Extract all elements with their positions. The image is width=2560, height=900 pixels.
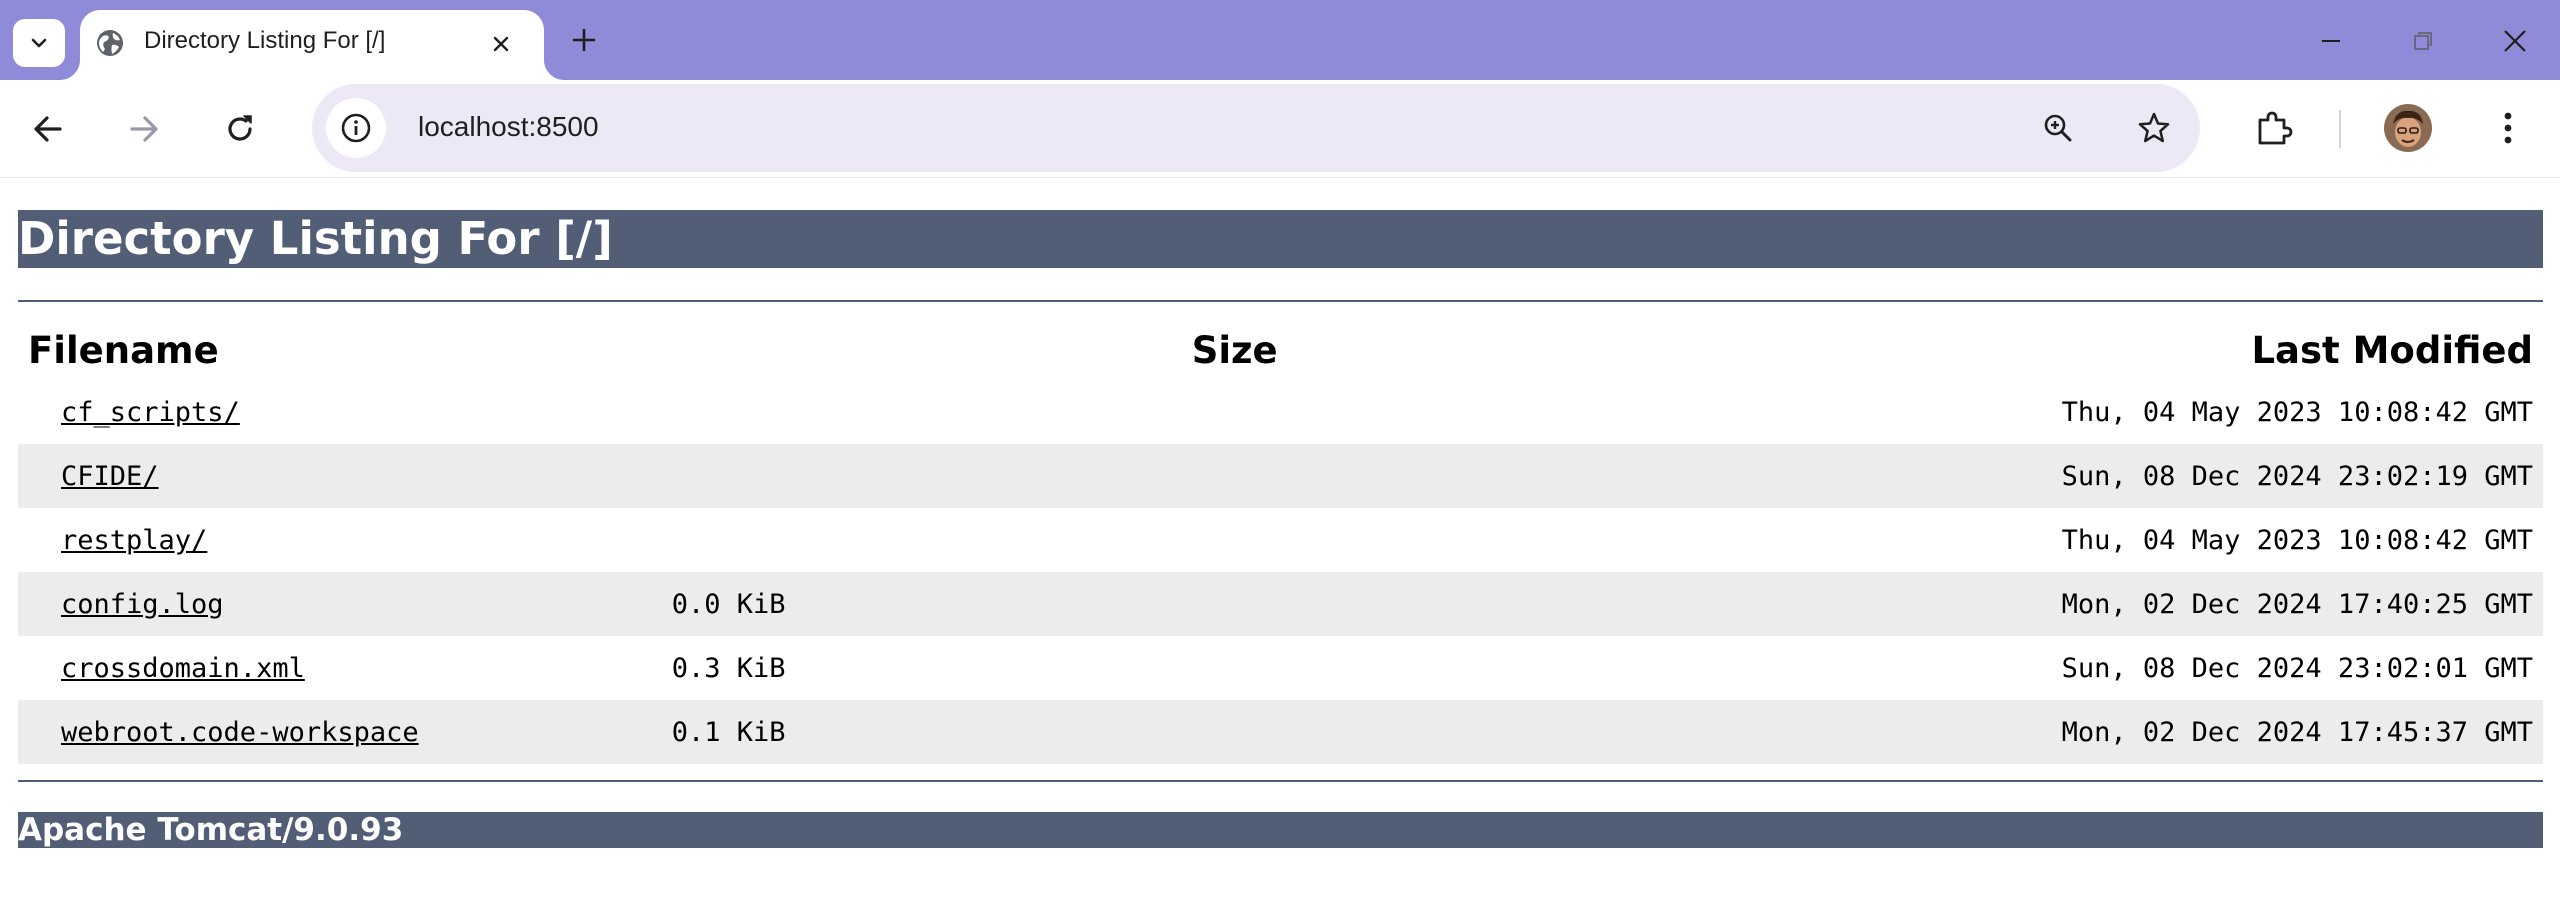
filename-cell: restplay/ (18, 508, 484, 572)
table-header-row: Filename Size Last Modified (18, 320, 2543, 380)
forward-icon (130, 116, 158, 142)
zoom-button[interactable] (2036, 106, 2080, 150)
extensions-icon (2258, 111, 2293, 145)
directory-table: Filename Size Last Modified cf_scripts/ … (18, 320, 2543, 764)
info-icon (341, 113, 371, 143)
size-cell: 0.1 KiB (483, 700, 1986, 764)
modified-cell: Mon, 02 Dec 2024 17:40:25 GMT (1985, 572, 2543, 636)
filename-cell: crossdomain.xml (18, 636, 484, 700)
column-header-filename: Filename (28, 328, 219, 372)
close-icon (493, 36, 509, 52)
file-link[interactable]: CFIDE/ (61, 461, 159, 492)
restore-icon (2414, 32, 2432, 50)
tab-title: Directory Listing For [/] (144, 27, 386, 54)
file-link[interactable]: webroot.code-workspace (61, 717, 419, 748)
reload-icon (228, 115, 252, 141)
globe-icon (97, 30, 123, 56)
new-tab-button[interactable] (564, 20, 604, 60)
size-cell (484, 380, 1986, 444)
filename-cell: cf_scripts/ (18, 380, 484, 444)
size-cell: 0.3 KiB (671, 652, 786, 684)
table-row: config.log 0.0 KiB Mon, 02 Dec 2024 17:4… (18, 572, 2543, 636)
tab-search-icon (31, 38, 47, 48)
file-link[interactable]: config.log (61, 589, 224, 620)
divider (18, 300, 2543, 302)
table-row: webroot.code-workspace 0.1 KiB Mon, 02 D… (18, 700, 2543, 764)
close-window-button[interactable] (2490, 16, 2540, 66)
server-footer: Apache Tomcat/9.0.93 (18, 812, 2543, 848)
filename-cell: CFIDE/ (18, 444, 484, 508)
url-text[interactable]: localhost:8500 (418, 111, 599, 143)
active-tab[interactable]: Directory Listing For [/] (80, 10, 544, 80)
menu-button[interactable] (2482, 102, 2534, 154)
file-link[interactable]: restplay/ (61, 525, 207, 556)
modified-cell: Mon, 02 Dec 2024 17:45:37 GMT (1985, 700, 2543, 764)
forward-button[interactable] (118, 103, 170, 155)
menu-icon (2504, 112, 2512, 144)
minimize-icon (2322, 40, 2340, 42)
modified-cell: Sun, 08 Dec 2024 23:02:19 GMT (1985, 444, 2543, 508)
extensions-button[interactable] (2248, 102, 2300, 154)
divider (18, 780, 2543, 782)
page-content: Directory Listing For [/] Filename Size … (18, 210, 2543, 848)
file-link[interactable]: crossdomain.xml (61, 653, 305, 684)
column-header-modified: Last Modified (2251, 328, 2533, 372)
plus-icon (572, 28, 596, 52)
restore-button[interactable] (2398, 16, 2448, 66)
modified-cell: Sun, 08 Dec 2024 23:02:01 GMT (2061, 652, 2533, 684)
profile-avatar[interactable] (2384, 104, 2432, 152)
filename-cell: webroot.code-workspace (18, 700, 484, 764)
modified-cell: Thu, 04 May 2023 10:08:42 GMT (2061, 524, 2533, 556)
size-cell: 0.0 KiB (483, 572, 1986, 636)
page-title: Directory Listing For [/] (18, 210, 2543, 268)
browser-toolbar: localhost:8500 (0, 80, 2560, 178)
close-icon (2504, 30, 2526, 52)
back-icon (34, 116, 62, 142)
tab-search-button[interactable] (13, 19, 65, 67)
reload-button[interactable] (214, 103, 266, 155)
minimize-button[interactable] (2306, 16, 2356, 66)
table-row: CFIDE/ Sun, 08 Dec 2024 23:02:19 GMT (18, 444, 2543, 508)
toolbar-divider (2339, 110, 2341, 148)
tab-strip: Directory Listing For [/] (0, 0, 2560, 80)
column-header-size: Size (1191, 328, 1278, 372)
filename-cell: config.log (18, 572, 484, 636)
bookmark-button[interactable] (2132, 106, 2176, 150)
modified-cell: Thu, 04 May 2023 10:08:42 GMT (2061, 396, 2533, 428)
back-button[interactable] (22, 103, 74, 155)
site-info-button[interactable] (326, 98, 386, 158)
zoom-icon (2044, 114, 2072, 142)
star-icon (2138, 112, 2170, 143)
file-link[interactable]: cf_scripts/ (61, 397, 240, 428)
avatar-image (2384, 104, 2432, 152)
tab-close-button[interactable] (484, 27, 518, 61)
size-cell (483, 444, 1986, 508)
address-bar[interactable]: localhost:8500 (312, 84, 2200, 172)
table-row: cf_scripts/ Thu, 04 May 2023 10:08:42 GM… (18, 380, 2543, 444)
table-row: restplay/ Thu, 04 May 2023 10:08:42 GMT (18, 508, 2543, 572)
table-row: crossdomain.xml 0.3 KiB Sun, 08 Dec 2024… (18, 636, 2543, 700)
size-cell (484, 508, 1986, 572)
